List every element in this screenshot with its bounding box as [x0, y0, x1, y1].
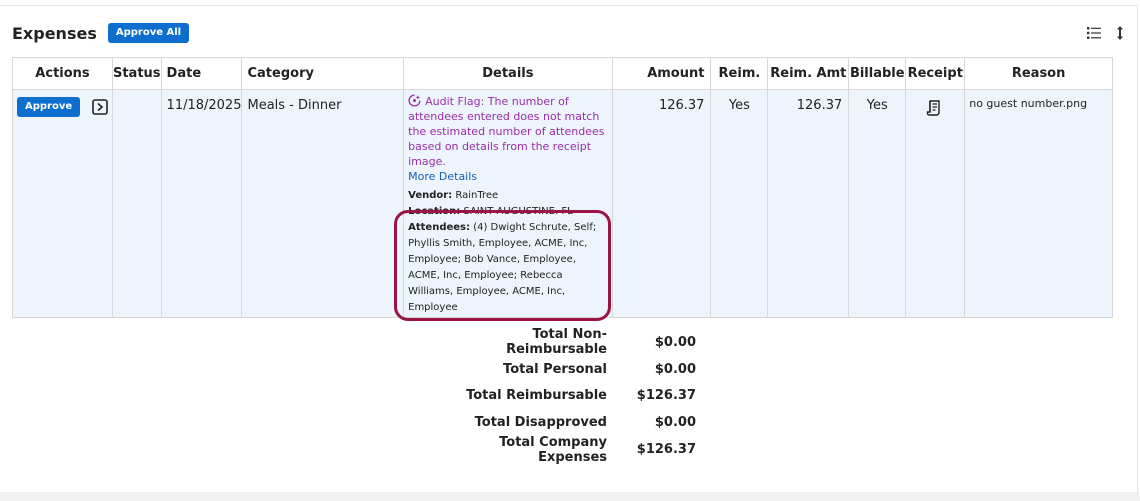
column-header-details: Details: [403, 57, 613, 90]
list-view-icon[interactable]: [1086, 25, 1102, 41]
table-header-row: Actions Status Date Category Details Amo…: [12, 57, 1113, 90]
total-value: $0.00: [654, 415, 696, 431]
receipt-cell: [905, 89, 966, 318]
amount-cell: 126.37: [611, 89, 712, 318]
attendees-block: Attendees: (4) Dwight Schrute, Self; Phy…: [394, 210, 612, 321]
audit-flag-icon: [408, 94, 421, 107]
column-header-amount: Amount: [611, 57, 712, 90]
total-value: $126.37: [636, 442, 696, 458]
table-tools: [1086, 25, 1128, 41]
expenses-header: Expenses Approve All: [12, 22, 190, 44]
column-header-actions: Actions: [12, 57, 113, 90]
reimbursable-cell: Yes: [710, 89, 769, 318]
vendor-line: Vendor: RainTree: [408, 188, 605, 204]
total-label: Total Disapproved: [474, 415, 607, 431]
total-label: Total Non-Reimbursable: [506, 327, 607, 358]
column-header-receipt: Receipt: [905, 57, 966, 90]
total-row: Total Disapproved $0.00: [440, 409, 700, 436]
receipt-icon[interactable]: [926, 99, 944, 117]
total-row: Total Company Expenses $126.37: [440, 434, 700, 465]
approve-all-button[interactable]: Approve All: [107, 23, 190, 43]
vendor-value: RainTree: [455, 190, 499, 201]
actions-cell: Approve: [12, 89, 113, 318]
audit-flag-text: Audit Flag: The number of attendees ente…: [408, 95, 605, 168]
approve-button[interactable]: Approve: [17, 97, 81, 117]
total-value: $0.00: [654, 334, 696, 350]
table-row: Approve 11/18/2025 Meals - Dinner Audit …: [12, 89, 1113, 321]
reason-cell: no guest number.png: [964, 89, 1113, 318]
column-header-reim-amt: Reim. Amt: [767, 57, 850, 90]
total-value: $0.00: [654, 361, 696, 377]
total-label: Total Company Expenses: [499, 434, 607, 465]
expenses-table: Actions Status Date Category Details Amo…: [12, 57, 1113, 321]
total-row: Total Personal $0.00: [440, 356, 700, 383]
audit-flag: Audit Flag: The number of attendees ente…: [408, 94, 605, 169]
total-row: Total Reimbursable $126.37: [440, 383, 700, 410]
category-cell: Meals - Dinner: [241, 89, 405, 318]
row-actions: Approve: [17, 97, 112, 117]
page-title: Expenses: [12, 23, 97, 43]
total-row: Total Non-Reimbursable $0.00: [440, 327, 700, 358]
vendor-label: Vendor:: [408, 190, 453, 201]
column-header-date: Date: [160, 57, 243, 90]
total-value: $126.37: [636, 388, 696, 404]
status-cell: [111, 89, 162, 318]
total-label: Total Reimbursable: [466, 388, 607, 404]
column-header-billable: Billable: [848, 57, 907, 90]
totals-summary: Total Non-Reimbursable $0.00 Total Perso…: [440, 327, 700, 465]
sort-icon[interactable]: [1112, 25, 1128, 41]
reim-amt-cell: 126.37: [767, 89, 850, 318]
column-header-status: Status: [111, 57, 162, 90]
total-label: Total Personal: [503, 361, 607, 377]
billable-cell: Yes: [848, 89, 907, 318]
column-header-category: Category: [241, 57, 405, 90]
column-header-reason: Reason: [964, 57, 1113, 90]
date-cell: 11/18/2025: [160, 89, 243, 318]
more-details-link[interactable]: More Details: [408, 169, 605, 184]
expand-row-icon[interactable]: [92, 99, 108, 115]
details-cell: Audit Flag: The number of attendees ente…: [394, 89, 613, 321]
bottom-bar: [0, 492, 1140, 501]
attendees-highlight: [394, 210, 612, 321]
column-header-reim: Reim.: [710, 57, 769, 90]
